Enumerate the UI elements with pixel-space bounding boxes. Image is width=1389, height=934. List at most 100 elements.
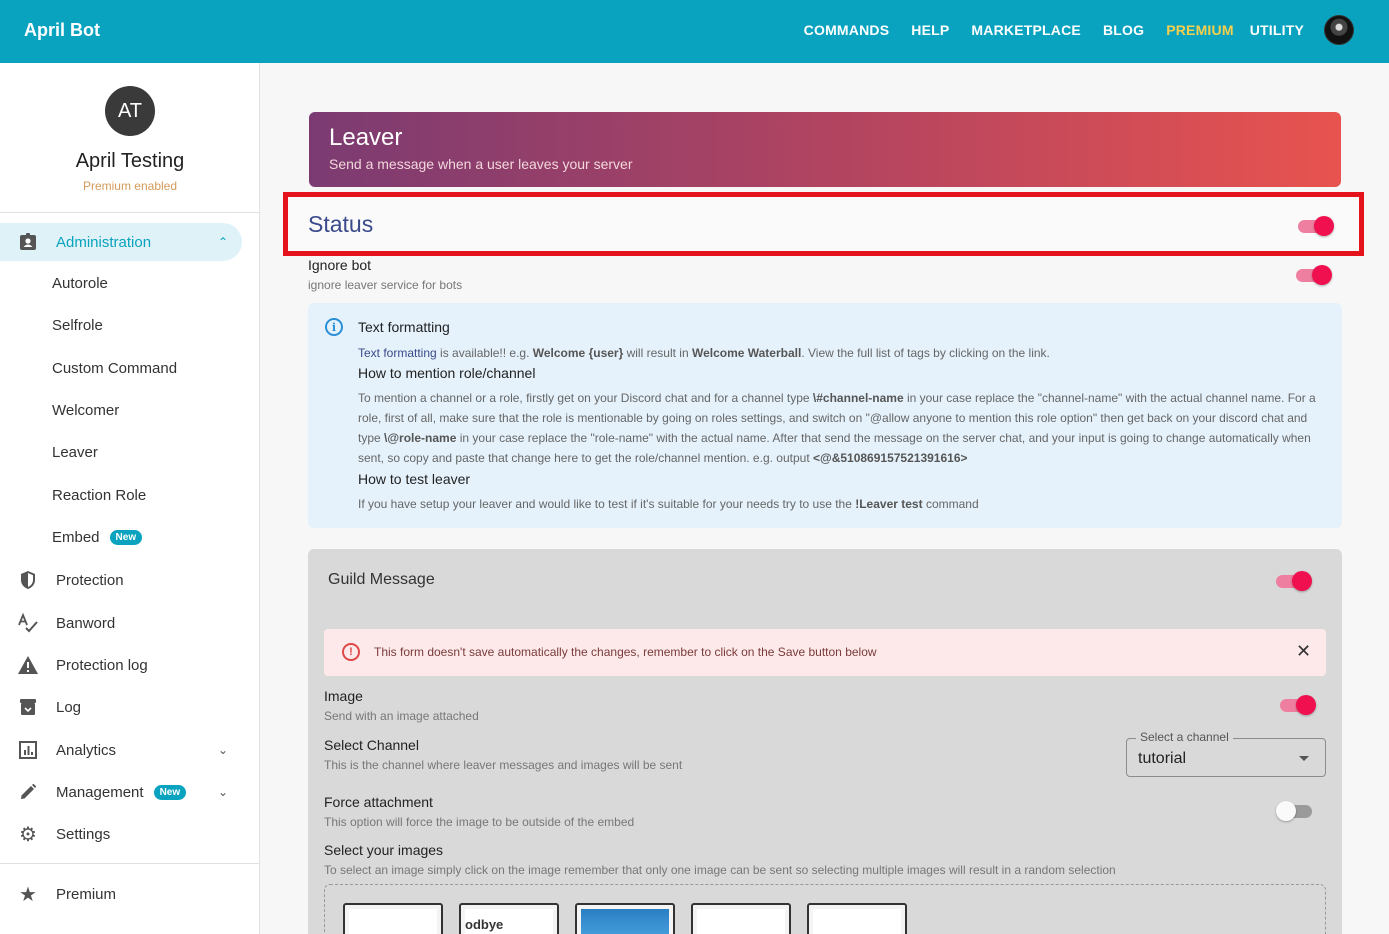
sidebar-divider [0,212,260,213]
sidebar-item-label: Analytics [56,741,117,759]
image-preview [349,909,437,934]
nav-help[interactable]: HELP [911,22,949,38]
ignore-bot-title: Ignore bot [308,257,372,273]
select-images-title: Select your images [324,842,444,858]
management-label: Management [56,783,144,801]
nav-marketplace[interactable]: MARKETPLACE [971,22,1081,38]
info-bold: \@role-name [384,431,457,445]
channel-select[interactable]: Select a channel tutorial [1126,730,1326,777]
info-box: i Text formatting Text formatting is ava… [308,303,1342,528]
image-preview [581,909,669,934]
info-text: . View the full list of tags by clicking… [801,346,1050,360]
sidebar-item-label: Selfrole [52,316,103,334]
info-bold: \#channel-name [812,391,904,405]
sidebar-item-label: Settings [56,825,111,843]
sidebar-item-log[interactable]: Log [0,688,260,726]
leaver-header: Leaver Send a message when a user leaves… [309,112,1341,187]
toggle-thumb [1312,265,1332,285]
chevron-up-icon: ⌃ [218,235,229,249]
sidebar-item-label: Leaver [52,443,98,461]
sidebar-item-protection-log[interactable]: Protection log [0,646,260,684]
sidebar-item-embed[interactable]: Embed New [0,518,260,556]
sidebar: AT April Testing Premium enabled Adminis… [0,63,260,934]
user-avatar[interactable] [1324,15,1354,45]
info-text: If you have setup your leaver and would … [358,497,856,511]
page-title: Leaver [329,124,403,151]
image-option[interactable] [807,903,907,934]
status-toggle[interactable] [1296,214,1336,238]
star-icon: ★ [19,883,37,906]
alert-message: This form doesn't save automatically the… [374,645,877,659]
new-badge: New [109,530,143,546]
toggle-thumb [1314,216,1334,236]
image-preview [697,909,785,934]
sidebar-item-administration[interactable]: Administration ⌃ [0,223,242,261]
sidebar-item-banword[interactable]: Banword [0,604,260,642]
sidebar-item-label: Custom Command [52,359,178,377]
server-avatar: AT [105,86,155,136]
sidebar-item-premium[interactable]: ★ Premium [0,875,260,913]
sidebar-item-reaction-role[interactable]: Reaction Role [0,476,260,514]
sidebar-item-label: Welcomer [52,401,120,419]
close-icon[interactable]: ✕ [1296,641,1311,662]
sidebar-item-autorole[interactable]: Autorole [0,264,260,302]
sidebar-item-analytics[interactable]: Analytics ⌄ [0,731,260,769]
sidebar-item-label: Administration [56,233,152,251]
chevron-down-icon: ⌄ [218,785,229,799]
info-bold: <@&510869157521391616> [812,451,968,465]
text-formatting-link[interactable]: Text formatting [358,346,437,360]
sidebar-item-management[interactable]: Management New ⌄ [0,773,260,811]
force-attachment-title: Force attachment [324,794,433,810]
image-toggle[interactable] [1278,693,1318,717]
status-row: Status [283,192,1364,256]
sidebar-item-label: Autorole [52,274,108,292]
error-icon: ! [342,643,360,661]
guild-message-card: Guild Message ! This form doesn't save a… [308,549,1342,934]
sidebar-item-settings[interactable]: ⚙ Settings [0,815,260,853]
image-option[interactable] [343,903,443,934]
force-attachment-toggle[interactable] [1276,799,1316,823]
nav-blog[interactable]: BLOG [1103,22,1144,38]
top-nav: COMMANDS HELP MARKETPLACE BLOG PREMIUM U… [804,22,1304,38]
image-option[interactable] [691,903,791,934]
image-caption: odbye [465,917,504,932]
unsaved-alert: ! This form doesn't save automatically t… [324,629,1326,676]
info-icon: i [325,318,343,336]
sidebar-item-custom-command[interactable]: Custom Command [0,349,260,387]
image-option[interactable] [575,903,675,934]
select-images-subtitle: To select an image simply click on the i… [324,863,1116,877]
guild-message-toggle[interactable] [1274,569,1314,593]
nav-commands[interactable]: COMMANDS [804,22,890,38]
page-subtitle: Send a message when a user leaves your s… [329,156,633,172]
sidebar-item-label: Premium [56,885,117,903]
server-status: Premium enabled [82,179,178,193]
pencil-icon [17,781,39,803]
toggle-thumb [1296,695,1316,715]
sidebar-item-selfrole[interactable]: Selfrole [0,306,260,344]
image-option[interactable]: odbye [459,903,559,934]
ignore-bot-subtitle: ignore leaver service for bots [308,278,463,292]
sidebar-item-label: Protection log [56,656,148,674]
image-preview [813,909,901,934]
app-title[interactable]: April Bot [24,20,100,41]
warning-icon [17,654,39,676]
sidebar-item-leaver[interactable]: Leaver [0,433,260,471]
status-title: Status [308,211,374,237]
nav-premium[interactable]: PREMIUM [1166,22,1234,38]
gear-icon: ⚙ [19,823,37,846]
server-name: April Testing [75,150,185,172]
info-heading-text-formatting: Text formatting [358,319,450,335]
nav-utility[interactable]: UTILITY [1250,22,1304,38]
image-subtitle: Send with an image attached [324,709,479,723]
info-bold: Welcome {user} [532,346,624,360]
force-attachment-subtitle: This option will force the image to be o… [324,815,635,829]
sidebar-item-protection[interactable]: Protection [0,561,260,599]
sidebar-item-welcomer[interactable]: Welcomer [0,391,260,429]
sidebar-item-label: Reaction Role [52,486,147,504]
sidebar-divider [0,863,260,864]
info-text: is available!! e.g. [436,346,533,360]
ignore-bot-toggle[interactable] [1294,263,1334,287]
info-bold: Welcome Waterball [691,346,802,360]
toggle-thumb [1276,801,1296,821]
info-paragraph-text-formatting: Text formatting is available!! e.g. Welc… [358,343,1328,363]
